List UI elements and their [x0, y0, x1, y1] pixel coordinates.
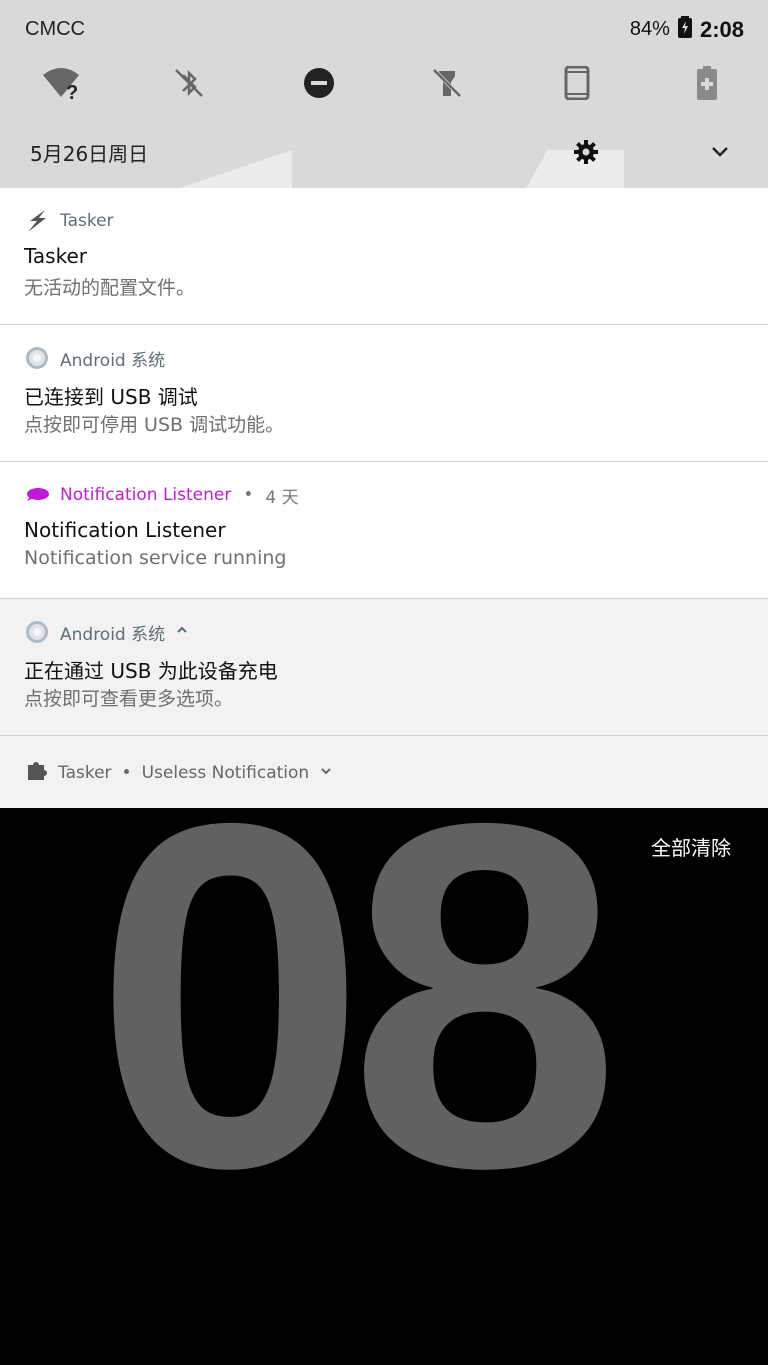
chevron-down-icon[interactable] [319, 763, 333, 783]
notification-card[interactable]: Android 系统 已连接到 USB 调试 点按即可停用 USB 调试功能。 [0, 325, 768, 462]
collapsed-notification[interactable]: Tasker • Useless Notification [0, 736, 768, 808]
notification-list: Tasker Tasker 无活动的配置文件。 Android 系统 已连接到 … [0, 188, 768, 808]
notification-app-name: Android 系统 [60, 350, 166, 371]
notification-app-name: Notification Listener [60, 485, 232, 505]
battery-saver-icon[interactable] [684, 60, 730, 106]
clear-all-button[interactable]: 全部清除 [651, 832, 731, 861]
flashlight-off-icon[interactable] [424, 60, 470, 106]
notification-text: Notification service running [24, 547, 287, 569]
notification-app-name: Android 系统 [60, 624, 166, 645]
android-system-icon [24, 345, 50, 371]
battery-percent: 84% [629, 18, 670, 40]
collapsed-app-name: Tasker [58, 762, 112, 783]
notification-card[interactable]: Android 系统 正在通过 USB 为此设备充电 点按即可查看更多选项。 [0, 599, 768, 736]
notification-title: 正在通过 USB 为此设备充电 [24, 659, 278, 683]
chevron-up-icon[interactable] [175, 622, 189, 642]
collapsed-text: Useless Notification [141, 762, 310, 783]
notification-card[interactable]: Notification Listener • 4 天 Notification… [0, 462, 768, 599]
do-not-disturb-icon[interactable] [296, 60, 342, 106]
chat-bubble-icon [24, 482, 50, 508]
tasker-bolt-icon [24, 208, 50, 234]
date-label[interactable]: 5月26日周日 [30, 138, 148, 167]
phone-rotate-icon[interactable] [554, 60, 600, 106]
status-clock: 2:08 [699, 16, 744, 42]
quick-settings-panel: CMCC 84% 2:08 ? 5月26日周日 [0, 0, 768, 188]
clock-face: 08 全部清除 [0, 808, 768, 1365]
settings-gear-icon[interactable] [572, 138, 600, 166]
big-clock-digits: 08 [94, 808, 621, 1269]
notification-time: 4 天 [265, 487, 299, 508]
notification-text: 点按即可查看更多选项。 [24, 688, 234, 710]
puzzle-piece-icon [24, 758, 48, 787]
wifi-unknown-icon[interactable]: ? [38, 60, 84, 106]
svg-text:?: ? [66, 82, 78, 101]
carrier-label: CMCC [25, 18, 85, 40]
notification-title: 已连接到 USB 调试 [24, 385, 198, 409]
notification-app-name: Tasker [60, 211, 114, 231]
chevron-down-icon[interactable] [706, 138, 734, 166]
notification-title: Tasker [24, 244, 87, 268]
notification-text: 无活动的配置文件。 [24, 277, 196, 299]
notification-card[interactable]: Tasker Tasker 无活动的配置文件。 [0, 188, 768, 325]
quick-settings-tiles: ? [0, 60, 768, 106]
android-system-icon [24, 619, 50, 645]
status-bar: CMCC 84% 2:08 [0, 14, 768, 50]
battery-charging-icon [677, 16, 692, 43]
notification-title: Notification Listener [24, 518, 226, 542]
bluetooth-off-icon[interactable] [166, 60, 212, 106]
notification-text: 点按即可停用 USB 调试功能。 [24, 414, 285, 436]
